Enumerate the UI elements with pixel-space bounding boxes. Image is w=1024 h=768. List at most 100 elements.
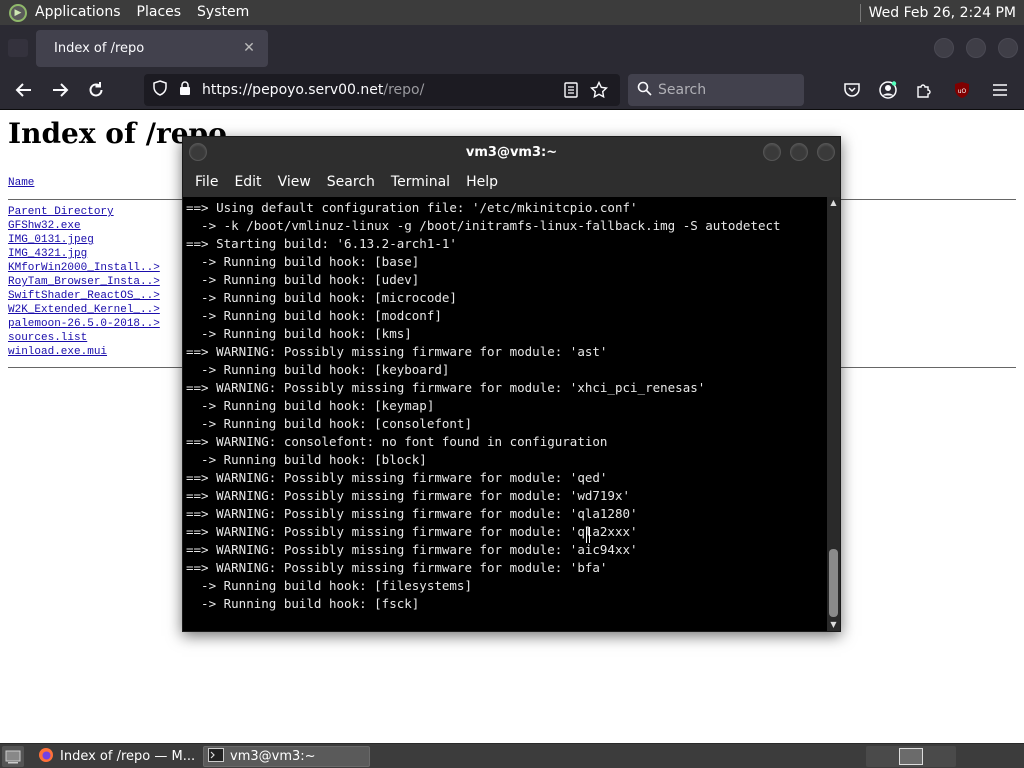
url-bar[interactable]: https://pepoyo.serv00.net/repo/ — [144, 74, 620, 106]
task-browser-label: Index of /repo — M... — [60, 749, 196, 764]
terminal-line: -> Running build hook: [modconf] — [186, 308, 442, 323]
menu-terminal[interactable]: Terminal — [383, 174, 458, 190]
ublock-origin-icon[interactable]: uO — [950, 78, 974, 102]
account-icon[interactable] — [876, 78, 900, 102]
menu-edit[interactable]: Edit — [226, 174, 269, 190]
file-link[interactable]: IMG_4321.jpg — [8, 247, 160, 261]
close-window-button[interactable] — [998, 38, 1018, 58]
terminal-line: ==> WARNING: Possibly missing firmware f… — [186, 524, 638, 539]
terminal-line: ==> WARNING: Possibly missing firmware f… — [186, 488, 631, 503]
terminal-icon — [208, 747, 224, 766]
show-desktop-icon[interactable] — [2, 746, 24, 767]
terminal-line: ==> WARNING: Possibly missing firmware f… — [186, 344, 608, 359]
file-link[interactable]: palemoon-26.5.0-2018..> — [8, 317, 160, 331]
tab-index-of-repo[interactable]: Index of /repo ✕ — [36, 30, 268, 67]
menu-search[interactable]: Search — [319, 174, 383, 190]
file-link[interactable]: sources.list — [8, 331, 160, 345]
terminal-line: -> -k /boot/vmlinuz-linux -g /boot/initr… — [186, 218, 781, 233]
scroll-down-arrow-icon[interactable]: ▼ — [827, 619, 840, 631]
window-menu-icon[interactable] — [189, 143, 207, 161]
minimize-window-button[interactable] — [934, 38, 954, 58]
column-header-name[interactable]: Name — [8, 177, 34, 189]
workspace-switcher[interactable] — [866, 746, 956, 767]
terminal-menubar: File Edit View Search Terminal Help — [183, 168, 840, 196]
task-terminal-label: vm3@vm3:~ — [230, 749, 316, 764]
firefox-icon — [38, 747, 54, 767]
search-box[interactable]: Search — [628, 74, 804, 106]
top-panel: ▶ Applications Places System Wed Feb 26,… — [0, 0, 1024, 25]
bottom-taskbar: Index of /repo — M... vm3@vm3:~ — [0, 743, 1024, 768]
menu-places[interactable]: Places — [129, 0, 190, 25]
parent-directory-link[interactable]: Parent Directory — [8, 205, 160, 219]
file-link[interactable]: SwiftShader_ReactOS_..> — [8, 289, 160, 303]
url-path: /repo/ — [383, 82, 425, 98]
extensions-puzzle-icon[interactable] — [912, 78, 936, 102]
terminal-output[interactable]: ==> Using default configuration file: '/… — [183, 197, 827, 631]
terminal-line: -> Running build hook: [udev] — [186, 272, 420, 287]
close-tab-icon[interactable]: ✕ — [240, 39, 258, 57]
hamburger-menu-icon[interactable] — [988, 78, 1012, 102]
scroll-up-arrow-icon[interactable]: ▲ — [827, 197, 840, 209]
file-link[interactable]: GFShw32.exe — [8, 219, 160, 233]
file-link[interactable]: IMG_0131.jpeg — [8, 233, 160, 247]
file-link[interactable]: RoyTam_Browser_Insta..> — [8, 275, 160, 289]
terminal-line: -> Running build hook: [keyboard] — [186, 362, 450, 377]
terminal-line: ==> WARNING: Possibly missing firmware f… — [186, 470, 608, 485]
minimize-button[interactable] — [763, 143, 781, 161]
terminal-title: vm3@vm3:~ — [465, 145, 558, 160]
tab-overflow-icon[interactable] — [8, 39, 28, 57]
menu-help[interactable]: Help — [458, 174, 506, 190]
terminal-line: -> Running build hook: [consolefont] — [186, 416, 472, 431]
menu-file[interactable]: File — [187, 174, 226, 190]
terminal-line: -> Running build hook: [block] — [186, 452, 427, 467]
terminal-line: ==> WARNING: Possibly missing firmware f… — [186, 542, 638, 557]
terminal-line: ==> WARNING: Possibly missing firmware f… — [186, 560, 608, 575]
bookmark-star-icon[interactable] — [589, 80, 609, 103]
file-link[interactable]: winload.exe.mui — [8, 345, 160, 359]
terminal-line: -> Running build hook: [kms] — [186, 326, 412, 341]
shield-icon[interactable] — [152, 80, 168, 100]
menu-applications[interactable]: Applications — [27, 0, 129, 25]
workspace-1-icon[interactable] — [899, 748, 923, 765]
terminal-line: -> Running build hook: [keymap] — [186, 398, 435, 413]
terminal-line: -> Running build hook: [microcode] — [186, 290, 457, 305]
distro-logo-icon[interactable]: ▶ — [9, 3, 27, 22]
reader-view-icon[interactable] — [564, 82, 578, 102]
terminal-scrollbar[interactable]: ▲ ▼ — [827, 197, 840, 631]
maximize-window-button[interactable] — [966, 38, 986, 58]
terminal-line: ==> WARNING: Possibly missing firmware f… — [186, 380, 706, 395]
terminal-line: ==> WARNING: consolefont: no font found … — [186, 434, 608, 449]
terminal-line: ==> Starting build: '6.13.2-arch1-1' — [186, 236, 457, 251]
forward-arrow-icon[interactable] — [48, 78, 72, 102]
terminal-line: ==> WARNING: Possibly missing firmware f… — [186, 506, 638, 521]
tab-title: Index of /repo — [54, 41, 145, 56]
lock-icon[interactable] — [178, 80, 192, 100]
terminal-window[interactable]: vm3@vm3:~ File Edit View Search Terminal… — [182, 136, 841, 632]
terminal-line: ==> Using default configuration file: '/… — [186, 200, 638, 215]
search-placeholder: Search — [658, 82, 707, 98]
terminal-titlebar[interactable]: vm3@vm3:~ — [183, 137, 840, 168]
desktop: ▶ Applications Places System Wed Feb 26,… — [0, 0, 1024, 768]
browser-toolbar: https://pepoyo.serv00.net/repo/ Search u… — [0, 70, 1024, 110]
scrollbar-thumb[interactable] — [829, 549, 838, 617]
file-list: Parent Directory GFShw32.exe IMG_0131.jp… — [8, 205, 160, 359]
pocket-icon[interactable] — [840, 78, 864, 102]
menu-system[interactable]: System — [189, 0, 257, 25]
back-arrow-icon[interactable] — [12, 78, 36, 102]
browser-tabstrip: Index of /repo ✕ — [0, 25, 1024, 70]
text-cursor-icon — [586, 527, 590, 543]
file-link[interactable]: W2K_Extended_Kernel_..> — [8, 303, 160, 317]
menu-view[interactable]: View — [270, 174, 319, 190]
search-icon — [637, 81, 652, 100]
close-button[interactable] — [817, 143, 835, 161]
terminal-line: -> Running build hook: [base] — [186, 254, 420, 269]
reload-icon[interactable] — [84, 78, 108, 102]
task-terminal[interactable]: vm3@vm3:~ — [203, 746, 370, 767]
maximize-button[interactable] — [790, 143, 808, 161]
clock[interactable]: Wed Feb 26, 2:24 PM — [869, 5, 1024, 21]
terminal-line: -> Running build hook: [fsck] — [186, 596, 420, 611]
task-browser[interactable]: Index of /repo — M... — [34, 746, 198, 767]
terminal-line: -> Running build hook: [filesystems] — [186, 578, 472, 593]
svg-text:uO: uO — [958, 88, 967, 95]
file-link[interactable]: KMforWin2000_Install..> — [8, 261, 160, 275]
